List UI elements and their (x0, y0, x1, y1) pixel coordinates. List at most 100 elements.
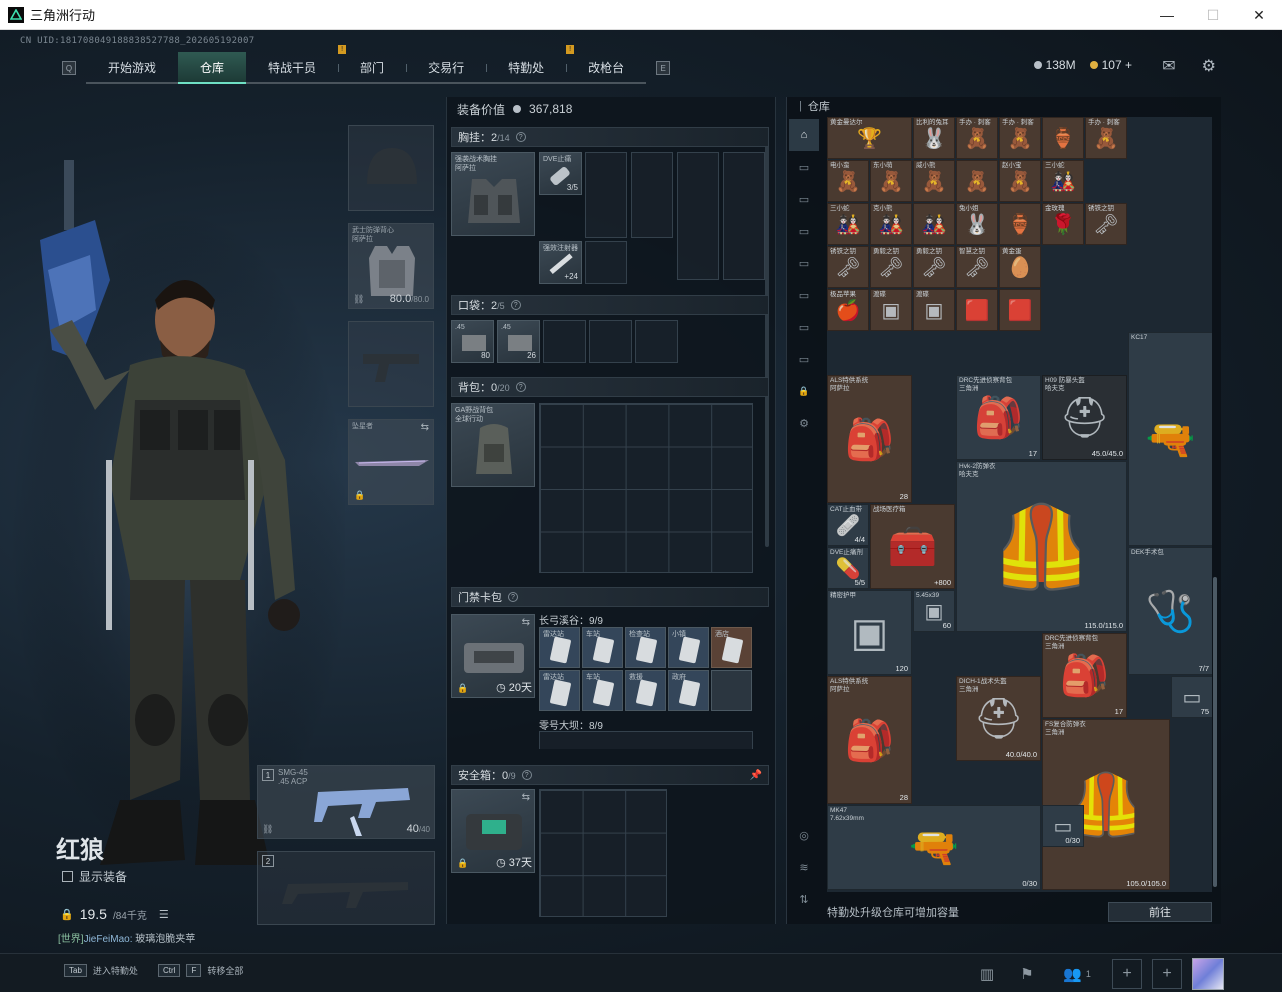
maximize-button[interactable]: ☐ (1190, 0, 1236, 30)
warehouse-item[interactable]: 🟥 (956, 289, 998, 331)
warehouse-item[interactable]: 🔫 KC17 (1128, 332, 1212, 546)
warehouse-item[interactable]: 🧰 战场医疗箱 +800 (870, 504, 955, 589)
tab-collection-icon[interactable]: ◎ (789, 819, 819, 851)
tab-lock-icon[interactable]: 🔒 (789, 375, 819, 407)
help-icon[interactable]: ? (521, 770, 532, 780)
keycard-case-slot[interactable]: ⇆ 🔒 ◷ 20天 (451, 614, 535, 698)
mail-icon[interactable]: ✉ (1162, 56, 1175, 76)
warehouse-item[interactable]: 🎒 ALS特供系统 阿萨拉 28 (827, 375, 912, 503)
pin-icon[interactable]: 📌 (750, 770, 762, 781)
close-button[interactable]: ✕ (1236, 0, 1282, 30)
nav-prev-icon[interactable]: Q (62, 61, 76, 75)
chest-slot-empty[interactable] (585, 241, 627, 284)
warehouse-item[interactable]: 🗝 勇毅之钥 (870, 246, 912, 288)
tab-sort-icon[interactable]: ⇅ (789, 883, 819, 915)
secondary-weapon-slot[interactable]: 2 (257, 851, 435, 925)
minimize-button[interactable]: — (1144, 0, 1190, 30)
show-gear-checkbox[interactable] (62, 871, 73, 882)
warehouse-item[interactable]: 🌹 金玫瑰 (1042, 203, 1084, 245)
add-gold-button[interactable]: + (1125, 58, 1132, 72)
warehouse-item[interactable]: 🟥 (999, 289, 1041, 331)
warehouse-item[interactable]: 🐰 比利的兔耳 (913, 117, 955, 159)
keycard-item[interactable]: 雷达站 (539, 627, 580, 668)
warehouse-item[interactable]: 🧸 手办 · 刺客 (999, 117, 1041, 159)
warehouse-item[interactable]: 🧸 电小蛮 (827, 160, 869, 202)
warehouse-item[interactable]: 🗝 智慧之钥 (956, 246, 998, 288)
warehouse-item[interactable]: 🎒 ALS特供系统 阿萨拉 28 (827, 676, 912, 804)
keycard-item[interactable]: 政府 (668, 670, 709, 711)
keycard-item[interactable]: 雷达站 (539, 670, 580, 711)
chest-item-painkiller[interactable]: DVE止痛 3/5 (539, 152, 582, 195)
keycard-item[interactable]: 检查站 (625, 627, 666, 668)
backpack-slot[interactable]: GA野战背包 全球行动 (451, 403, 535, 487)
tab-market[interactable]: 交易行 (406, 52, 488, 84)
warehouse-item[interactable]: 🎎 三小蛇 (1042, 160, 1084, 202)
warehouse-item[interactable]: 🎒 DRC先进侦察背包 三角洲 17 (1042, 633, 1127, 718)
warehouse-item[interactable]: 🎒 DRC先进侦察背包 三角洲 17 (956, 375, 1041, 460)
warehouse-item[interactable]: ▣ 精密护甲 120 (827, 590, 912, 675)
chest-rig-slot[interactable]: 强袭战术胸挂 阿萨拉 (451, 152, 535, 236)
dam-keycard-row[interactable] (539, 731, 753, 749)
keycard-item[interactable]: 救援 (625, 670, 666, 711)
tab-med-icon[interactable]: ▭ (789, 311, 819, 343)
tab-operators[interactable]: 特战干员! (246, 45, 347, 84)
warehouse-scrollbar[interactable] (1213, 577, 1217, 887)
keycard-item[interactable]: 车站 (582, 627, 623, 668)
warehouse-item[interactable]: 🧸 东小萌 (870, 160, 912, 202)
warehouse-item[interactable]: ⛑ H09 防暴头盔 哈夫克 45.0/45.0 (1042, 375, 1127, 460)
warehouse-item[interactable]: 🏺 (1042, 117, 1084, 159)
flag-icon[interactable]: ⚑ (1012, 959, 1042, 989)
squad-icon[interactable]: 👥 1 (1052, 959, 1102, 989)
safebox-grid[interactable] (539, 789, 667, 917)
warehouse-item[interactable]: 🧸 手办 · 刺客 (956, 117, 998, 159)
stats-icon[interactable]: ▥ (972, 959, 1002, 989)
warehouse-item[interactable]: 🎎 克小熊 (870, 203, 912, 245)
warehouse-item[interactable]: 🗝 勇毅之钥 (913, 246, 955, 288)
pocket-slot-empty[interactable] (589, 320, 632, 363)
primary-weapon-slot[interactable]: 1 SMG-45.45 ACP ⛓ 40/40 (257, 765, 435, 839)
warehouse-item[interactable]: ▣ 5.45x39 60 (913, 590, 955, 632)
warehouse-item[interactable]: 🥚 黄金蛋 (999, 246, 1041, 288)
chest-slot-empty[interactable] (723, 152, 765, 280)
help-icon[interactable]: ? (510, 300, 521, 310)
safebox-slot[interactable]: ⇆ 🔒 ◷ 37天 (451, 789, 535, 873)
warehouse-item[interactable]: 🎎 三小蛇 (827, 203, 869, 245)
warehouse-item[interactable]: ▣ 渡碟 (913, 289, 955, 331)
warehouse-item[interactable]: 🧸 手办 · 刺客 (1085, 117, 1127, 159)
tab-gunsmith[interactable]: 改枪台 (566, 52, 647, 84)
nav-next-icon[interactable]: E (656, 61, 671, 75)
show-gear-toggle[interactable]: 显示装备 (62, 868, 127, 885)
pistol-slot[interactable] (348, 321, 434, 407)
loadout-scrollbar[interactable] (765, 127, 769, 547)
warehouse-item[interactable]: 🍎 极品苹果 (827, 289, 869, 331)
world-chat-line[interactable]: [世界]JieFeiMao: 玻璃泡脆夹苹 (58, 930, 195, 945)
pocket-item-ammo[interactable]: .45 26 (497, 320, 540, 363)
armor-slot[interactable]: 武士防弹背心 阿萨拉 ⛓ 80.0/80.0 (348, 223, 434, 309)
warehouse-item[interactable]: 🧸 威小熊 (913, 160, 955, 202)
warehouse-item[interactable]: ▭ 0/30 (1042, 805, 1084, 847)
pocket-item-ammo[interactable]: .45 80 (451, 320, 494, 363)
warehouse-item[interactable]: 🗝 锈铁之钥 (827, 246, 869, 288)
tab-ammo-icon[interactable]: ▭ (789, 215, 819, 247)
warehouse-item[interactable]: 🧸 (956, 160, 998, 202)
tab-start-game[interactable]: 开始游戏 (86, 52, 180, 84)
pocket-slot-empty[interactable] (635, 320, 678, 363)
pocket-slot-empty[interactable] (543, 320, 586, 363)
melee-slot[interactable]: 坠星者 ⇆ 🔒 (348, 419, 434, 505)
tab-weapon-icon[interactable]: ▭ (789, 151, 819, 183)
keycard-item[interactable]: 车站 (582, 670, 623, 711)
warehouse-item[interactable]: 🩹 CAT止血带 4/4 (827, 504, 869, 546)
tab-armor-icon[interactable]: ▭ (789, 183, 819, 215)
help-icon[interactable]: ? (515, 382, 526, 392)
player-avatar[interactable] (1192, 958, 1224, 990)
warehouse-item[interactable]: 🧸 赵小宝 (999, 160, 1041, 202)
tab-all-icon[interactable]: ⌂ (789, 119, 819, 151)
chest-slot-empty[interactable] (677, 152, 719, 280)
chest-item-injector[interactable]: 强效注射器 +24 (539, 241, 582, 284)
warehouse-item[interactable]: ▭ 75 (1171, 676, 1212, 718)
warehouse-item[interactable]: 🩺 DEK手术包 7/7 (1128, 547, 1212, 675)
hotkey-special-ops[interactable]: Tab 进入特勤处 (64, 964, 138, 977)
warehouse-item[interactable]: 🔫 MK47 7.62x39mm 0/30 (827, 805, 1041, 890)
hotkey-transfer-all[interactable]: Ctrl F 转移全部 (158, 964, 243, 977)
invite-slot-button[interactable]: + (1152, 959, 1182, 989)
